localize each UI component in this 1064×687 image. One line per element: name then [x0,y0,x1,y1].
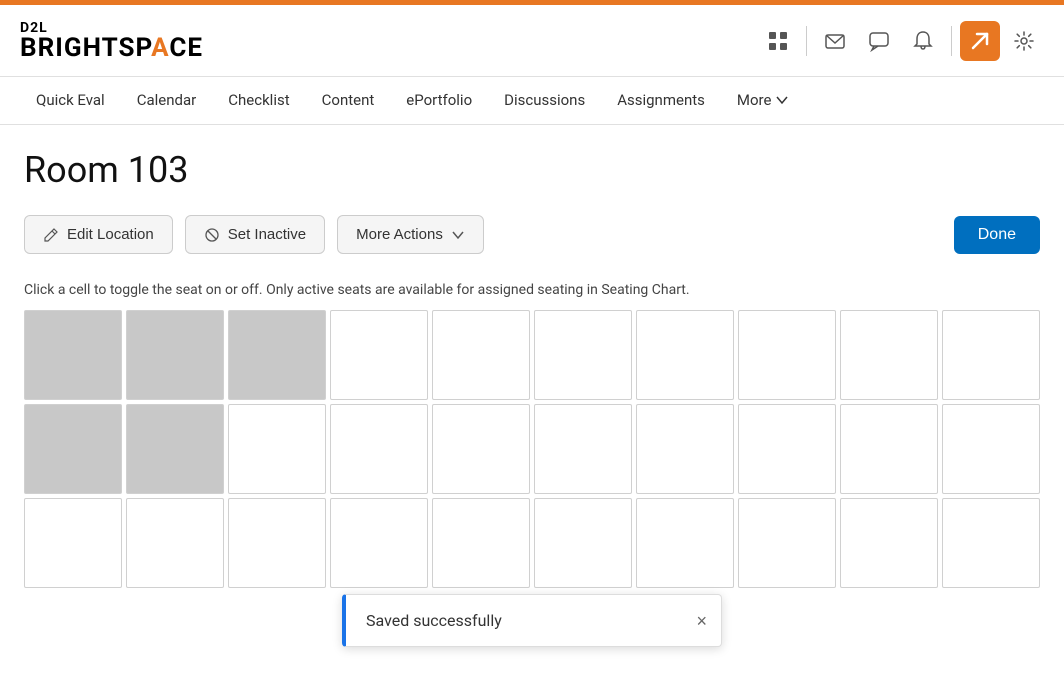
grid-icon [767,30,789,52]
page-title: Room 103 [24,149,1040,191]
chat-icon [868,30,890,52]
actions-row: Edit Location Set Inactive More Actions … [24,215,1040,254]
mail-icon-button[interactable] [815,21,855,61]
seat-cell[interactable] [330,310,428,400]
seat-cell[interactable] [942,310,1040,400]
seat-cell[interactable] [126,404,224,494]
nav-checklist[interactable]: Checklist [212,79,305,123]
instruction-text: Click a cell to toggle the seat on or of… [24,282,1040,298]
grid-icon-button[interactable] [758,21,798,61]
seat-cell[interactable] [228,310,326,400]
header-divider-2 [951,26,952,56]
logo-brightspace-pre: BRIGHTSP [20,33,151,63]
seat-cell[interactable] [24,310,122,400]
seat-cell[interactable] [24,498,122,588]
seat-cell[interactable] [636,498,734,588]
toast: Saved successfully × [342,594,722,647]
logo[interactable]: D2L BRIGHTSPACE [20,21,203,61]
done-button[interactable]: Done [954,216,1040,254]
seat-cell[interactable] [330,404,428,494]
chevron-down-icon [451,228,465,242]
profile-icon-button[interactable] [960,21,1000,61]
chat-icon-button[interactable] [859,21,899,61]
seat-cell[interactable] [330,498,428,588]
seat-cell[interactable] [228,498,326,588]
header-divider-1 [806,26,807,56]
nav-content[interactable]: Content [306,79,391,123]
seat-cell[interactable] [636,310,734,400]
seat-cell[interactable] [432,404,530,494]
seat-cell[interactable] [840,310,938,400]
seat-cell[interactable] [432,498,530,588]
settings-icon [1013,30,1035,52]
bell-icon [912,30,934,52]
seat-cell[interactable] [126,310,224,400]
set-inactive-button[interactable]: Set Inactive [185,215,325,254]
seating-grid [24,310,1040,588]
nav-calendar[interactable]: Calendar [121,79,213,123]
seat-cell[interactable] [534,404,632,494]
ban-icon [204,227,220,243]
seat-cell[interactable] [840,404,938,494]
nav-eportfolio[interactable]: ePortfolio [390,79,488,123]
seat-cell[interactable] [636,404,734,494]
chevron-down-icon [775,93,789,107]
seat-cell[interactable] [738,404,836,494]
seat-cell[interactable] [942,498,1040,588]
logo-brightspace-accent: A [151,33,169,63]
edit-location-button[interactable]: Edit Location [24,215,173,254]
logo-brightspace-post: CE [169,33,203,63]
seat-cell[interactable] [24,404,122,494]
seat-cell[interactable] [228,404,326,494]
seat-cell[interactable] [840,498,938,588]
seat-cell[interactable] [534,498,632,588]
profile-icon [969,30,991,52]
toast-message: Saved successfully [366,611,502,630]
seat-cell[interactable] [738,310,836,400]
nav-assignments[interactable]: Assignments [601,79,721,123]
logo-brightspace: BRIGHTSPACE [20,35,203,61]
settings-icon-button[interactable] [1004,21,1044,61]
seat-cell[interactable] [126,498,224,588]
main-content: Room 103 Edit Location Set Inactive More… [0,125,1064,588]
nav-quick-eval[interactable]: Quick Eval [20,79,121,123]
header-icons [758,21,1044,61]
toast-close-button[interactable]: × [696,612,707,630]
nav-more[interactable]: More [721,79,806,123]
toast-container: Saved successfully × [342,594,722,647]
seat-cell[interactable] [942,404,1040,494]
header: D2L BRIGHTSPACE [0,5,1064,77]
pencil-icon [43,227,59,243]
seat-cell[interactable] [738,498,836,588]
seat-cell[interactable] [534,310,632,400]
seat-cell[interactable] [432,310,530,400]
mail-icon [824,30,846,52]
more-actions-button[interactable]: More Actions [337,215,484,254]
main-nav: Quick Eval Calendar Checklist Content eP… [0,77,1064,125]
nav-discussions[interactable]: Discussions [488,79,601,123]
bell-icon-button[interactable] [903,21,943,61]
